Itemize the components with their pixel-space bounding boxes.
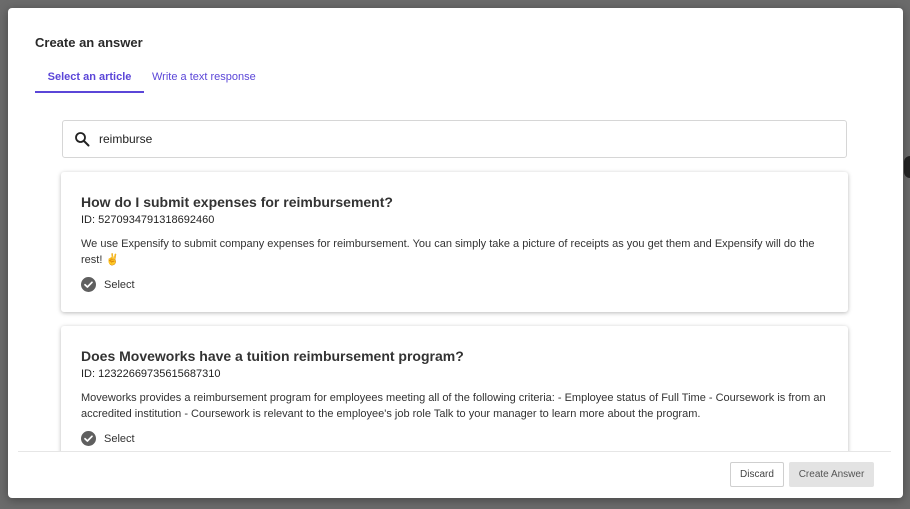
result-id: ID: 12322669735615687310: [81, 368, 221, 380]
result-card: How do I submit expenses for reimburseme…: [61, 172, 848, 312]
select-button[interactable]: Select: [81, 277, 828, 292]
tab-select-article[interactable]: Select an article: [35, 66, 144, 93]
discard-button[interactable]: Discard: [730, 462, 784, 487]
select-button[interactable]: Select: [81, 431, 828, 446]
footer-divider: [18, 451, 891, 452]
search-icon: [74, 131, 90, 147]
results-list: How do I submit expenses for reimburseme…: [8, 168, 903, 451]
search-field[interactable]: reimburse: [62, 120, 847, 158]
result-card: Does Moveworks have a tuition reimbursem…: [61, 326, 848, 451]
modal-title: Create an answer: [35, 35, 143, 50]
check-circle-icon: [81, 277, 96, 292]
result-id: ID: 5270934791318692460: [81, 214, 215, 226]
create-answer-button[interactable]: Create Answer: [789, 462, 874, 487]
select-label: Select: [104, 278, 135, 291]
check-circle-icon: [81, 431, 96, 446]
result-description: Moveworks provides a reimbursement progr…: [81, 392, 826, 420]
result-title: How do I submit expenses for reimburseme…: [81, 194, 393, 210]
result-description: We use Expensify to submit company expen…: [81, 238, 815, 266]
tab-write-text-response[interactable]: Write a text response: [144, 66, 274, 93]
select-label: Select: [104, 432, 135, 445]
create-answer-modal: Create an answer Select an article Write…: [8, 8, 903, 498]
tab-bar: Select an article Write a text response: [35, 66, 274, 93]
result-title: Does Moveworks have a tuition reimbursem…: [81, 348, 464, 364]
search-input[interactable]: reimburse: [99, 132, 152, 146]
background-scroll-handle: [904, 156, 910, 178]
